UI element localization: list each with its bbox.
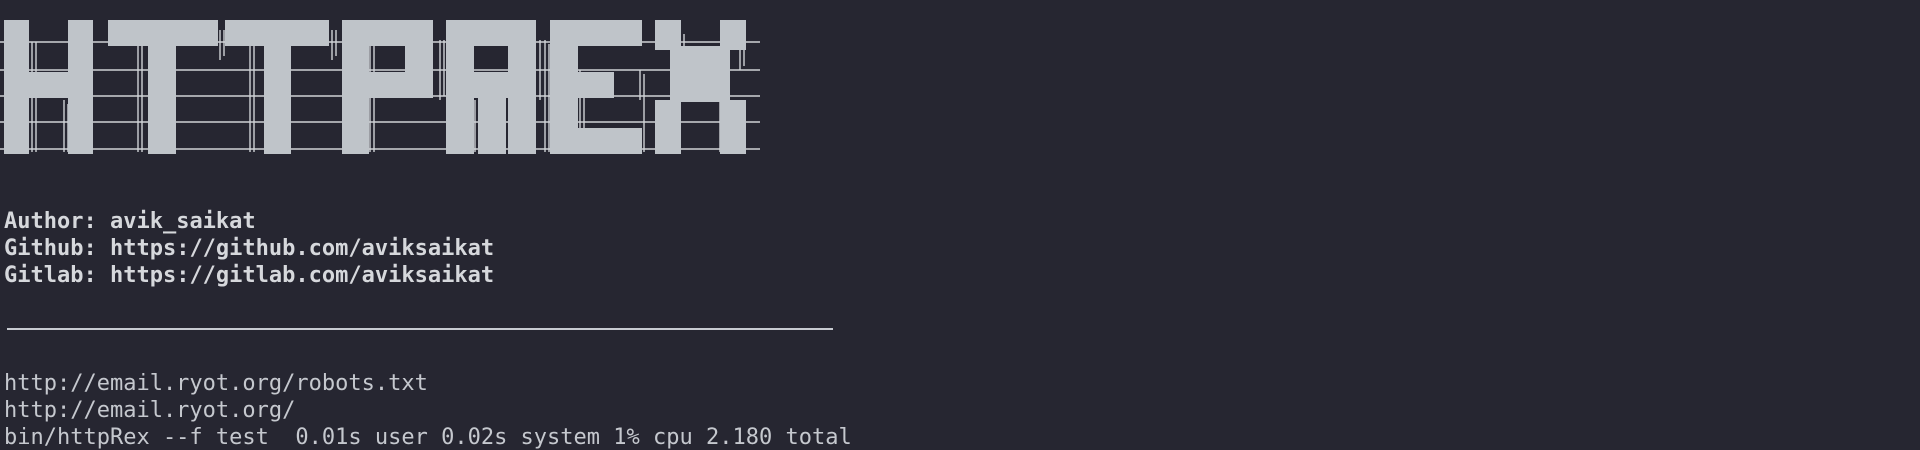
output-line: http://email.ryot.org/ <box>4 398 296 423</box>
gitlab-line: Gitlab: https://gitlab.com/aviksaikat <box>4 262 494 289</box>
terminal-window: Author: avik_saikat Github: https://gith… <box>0 0 1920 450</box>
output-line: http://email.ryot.org/robots.txt <box>4 371 428 396</box>
author-value: avik_saikat <box>109 209 256 234</box>
github-label: Github: <box>4 236 97 261</box>
banner-letters <box>4 20 746 154</box>
ascii-art-banner <box>0 20 760 154</box>
gitlab-label: Gitlab: <box>4 263 97 288</box>
separator-line <box>7 328 833 330</box>
timing-line: bin/httpRex --f test 0.01s user 0.02s sy… <box>4 425 852 450</box>
author-label: Author: <box>4 209 97 234</box>
github-line: Github: https://github.com/aviksaikat <box>4 235 494 262</box>
gitlab-link[interactable]: https://gitlab.com/aviksaikat <box>110 263 494 288</box>
author-line: Author: avik_saikat <box>4 208 256 235</box>
github-link[interactable]: https://github.com/aviksaikat <box>110 236 494 261</box>
